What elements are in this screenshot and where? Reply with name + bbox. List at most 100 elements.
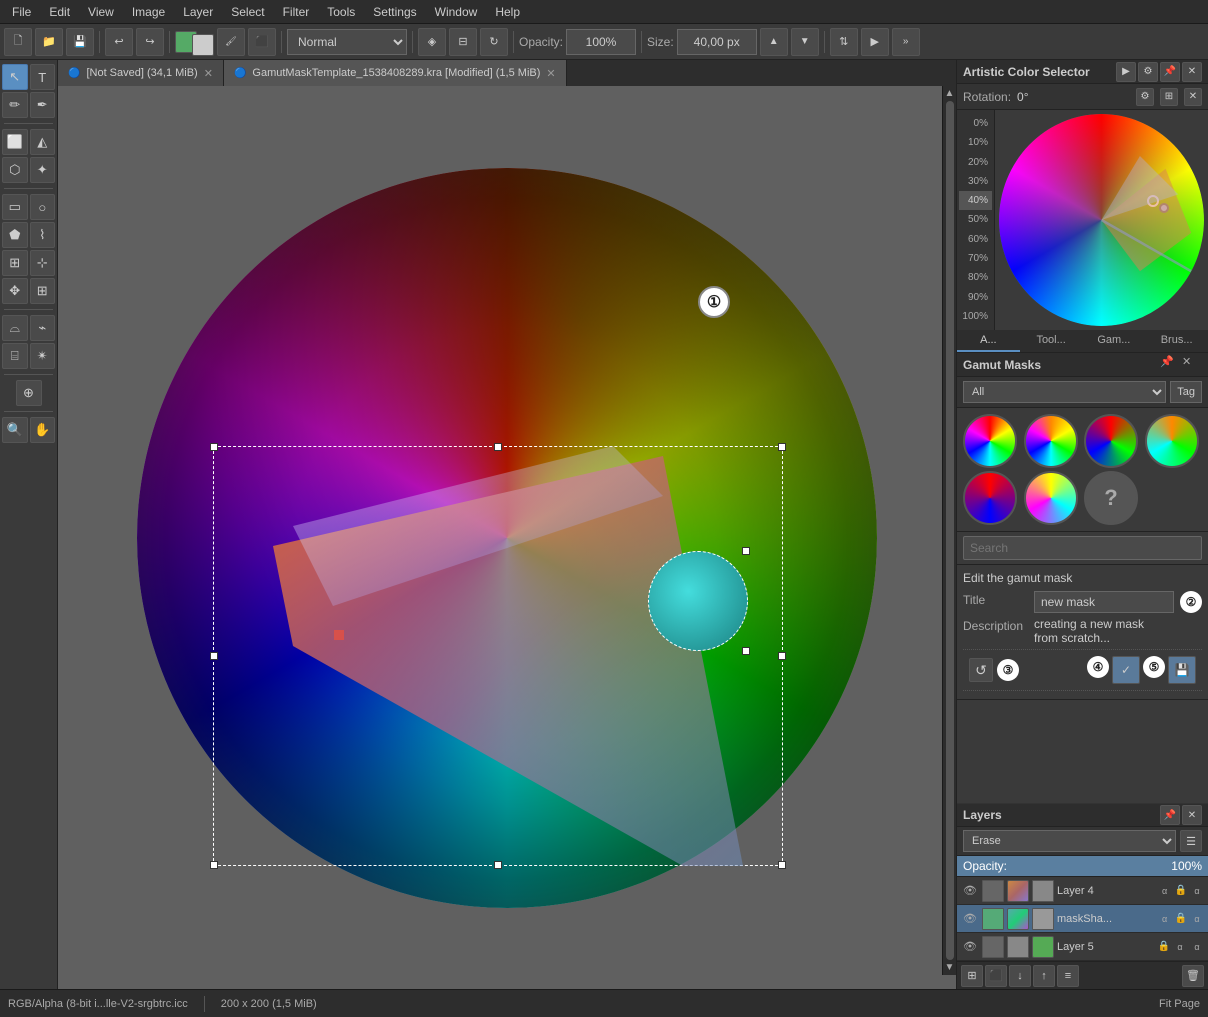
similar-select-tool[interactable]: ⊹ <box>30 250 56 276</box>
layer-move-up-btn[interactable]: ↑ <box>1033 965 1055 987</box>
canvas-container[interactable]: ① <box>58 86 956 989</box>
edit-cancel-btn[interactable]: ↺ <box>969 658 993 682</box>
path-tool[interactable]: ✦ <box>30 157 56 183</box>
gamut-thumb-6[interactable] <box>1024 471 1078 525</box>
bezier-select-tool[interactable]: ⌓ <box>2 315 28 341</box>
crop-tool[interactable]: ⊞ <box>30 278 56 304</box>
tab-gamut[interactable]: 🔵 GamutMaskTemplate_1538408289.kra [Modi… <box>224 60 567 86</box>
layer-delete-btn[interactable]: 🗑 <box>1182 965 1204 987</box>
size-up-button[interactable]: ▲ <box>760 28 788 56</box>
toolbar-more-button[interactable]: » <box>892 28 920 56</box>
layer-blend-select[interactable]: Erase <box>963 830 1176 852</box>
menu-select[interactable]: Select <box>223 3 272 21</box>
search-input[interactable] <box>963 536 1202 560</box>
transform-tool[interactable]: ✥ <box>2 278 28 304</box>
brush-editor-button[interactable]: ⬛ <box>248 28 276 56</box>
fill-tool[interactable]: ⬜ <box>2 129 28 155</box>
freehand-tool[interactable]: ✏ <box>2 92 28 118</box>
layer-properties-btn[interactable]: ≡ <box>1057 965 1079 987</box>
layer-filter-btn[interactable]: ☰ <box>1180 830 1202 852</box>
menu-image[interactable]: Image <box>124 3 173 21</box>
undo-button[interactable]: ↩ <box>105 28 133 56</box>
layer-row-4[interactable]: 👁 Layer 4 α 🔒 α <box>957 877 1208 905</box>
tab-artistic[interactable]: A... <box>957 330 1020 352</box>
scroll-down-btn[interactable]: ▼ <box>945 962 955 973</box>
open-button[interactable]: 📁 <box>35 28 63 56</box>
layer-row-masksha[interactable]: 👁 maskSha... α 🔒 α <box>957 905 1208 933</box>
clone-tool[interactable]: ⊕ <box>16 380 42 406</box>
menu-settings[interactable]: Settings <box>365 3 424 21</box>
gamut-close-btn[interactable]: ✕ <box>1182 355 1202 375</box>
sel-handle-bl[interactable] <box>210 861 218 869</box>
blend-mode-select[interactable]: Normal <box>287 29 407 55</box>
calligraphy-tool[interactable]: ✒ <box>30 92 56 118</box>
tab-gamut-close[interactable]: ✕ <box>546 67 555 80</box>
ellipse-select-tool[interactable]: ○ <box>30 194 56 220</box>
contiguous-select-tool[interactable]: ⊞ <box>2 250 28 276</box>
tab-tool[interactable]: Tool... <box>1020 330 1083 352</box>
menu-help[interactable]: Help <box>487 3 528 21</box>
menu-window[interactable]: Window <box>427 3 486 21</box>
menu-file[interactable]: File <box>4 3 39 21</box>
scroll-up-btn[interactable]: ▲ <box>945 88 955 99</box>
smart-patch-tool[interactable]: ✴ <box>30 343 56 369</box>
inner-handle-tr[interactable] <box>742 547 750 555</box>
menu-layer[interactable]: Layer <box>175 3 221 21</box>
redo-button[interactable]: ↪ <box>136 28 164 56</box>
layers-close-btn[interactable]: ✕ <box>1182 805 1202 825</box>
menu-edit[interactable]: Edit <box>41 3 78 21</box>
magnetic-tool[interactable]: ⌁ <box>30 315 56 341</box>
layer-group-btn[interactable]: ⬛ <box>985 965 1007 987</box>
pan-tool[interactable]: ✋ <box>30 417 56 443</box>
gamut-thumb-2[interactable] <box>1024 414 1078 468</box>
acs-mini-wheel[interactable] <box>999 114 1204 326</box>
menu-view[interactable]: View <box>80 3 122 21</box>
layer4-vis[interactable]: 👁 <box>961 882 979 900</box>
opacity-input[interactable] <box>566 29 636 55</box>
deform-tool[interactable]: ⌸ <box>2 343 28 369</box>
tab-unsaved-close[interactable]: ✕ <box>204 67 213 80</box>
layer-row-5[interactable]: 👁 Layer 5 🔒 α α <box>957 933 1208 961</box>
select-tool[interactable]: ↖ <box>2 64 28 90</box>
mirror-canvas-button[interactable]: ⇅ <box>830 28 858 56</box>
gamut-thumb-3[interactable] <box>1084 414 1138 468</box>
size-down-button[interactable]: ▼ <box>791 28 819 56</box>
gradient-tool[interactable]: ◭ <box>30 129 56 155</box>
save-button[interactable]: 💾 <box>66 28 94 56</box>
acs-pin-btn[interactable]: 📌 <box>1160 62 1180 82</box>
rot-pin-btn[interactable]: ⊞ <box>1160 88 1178 106</box>
mirror-h-button[interactable]: ⊟ <box>449 28 477 56</box>
acs-settings-btn[interactable]: ⚙ <box>1138 62 1158 82</box>
layer5-vis[interactable]: 👁 <box>961 938 979 956</box>
rect-select-tool[interactable]: ▭ <box>2 194 28 220</box>
tab-brush[interactable]: Brus... <box>1145 330 1208 352</box>
masksha-vis[interactable]: 👁 <box>961 910 979 928</box>
title-input[interactable] <box>1034 591 1174 613</box>
acs-close-btn[interactable]: ✕ <box>1182 62 1202 82</box>
eraser-button[interactable]: ◈ <box>418 28 446 56</box>
layer-add-btn[interactable]: ⊞ <box>961 965 983 987</box>
gamut-thumb-question[interactable]: ? <box>1084 471 1138 525</box>
size-input[interactable] <box>677 29 757 55</box>
rotate-canvas-button[interactable]: ▶ <box>861 28 889 56</box>
wrap-button[interactable]: ↻ <box>480 28 508 56</box>
filter-all-select[interactable]: All <box>963 381 1166 403</box>
menu-filter[interactable]: Filter <box>275 3 318 21</box>
tag-button[interactable]: Tag <box>1170 381 1202 403</box>
rot-settings-btn[interactable]: ⚙ <box>1136 88 1154 106</box>
menu-tools[interactable]: Tools <box>319 3 363 21</box>
layer-move-down-btn[interactable]: ↓ <box>1009 965 1031 987</box>
layers-pin-btn[interactable]: 📌 <box>1160 805 1180 825</box>
tab-unsaved[interactable]: 🔵 [Not Saved] (34,1 MiB) ✕ <box>58 60 224 86</box>
polygon-select-tool[interactable]: ⬟ <box>2 222 28 248</box>
scroll-thumb-v[interactable] <box>946 101 954 960</box>
gamut-pin-btn[interactable]: 📌 <box>1160 355 1180 375</box>
shape-tool[interactable]: ⬡ <box>2 157 28 183</box>
new-button[interactable]: 🗋 <box>4 28 32 56</box>
canvas-scrollbar-v[interactable]: ▲ ▼ <box>942 86 956 975</box>
freehand-select-tool[interactable]: ⌇ <box>30 222 56 248</box>
edit-ok-btn-2[interactable]: 💾 <box>1168 656 1196 684</box>
gamut-thumb-4[interactable] <box>1145 414 1199 468</box>
brush-preset-button[interactable]: 🖌 <box>217 28 245 56</box>
fit-page[interactable]: Fit Page <box>1159 998 1200 1010</box>
